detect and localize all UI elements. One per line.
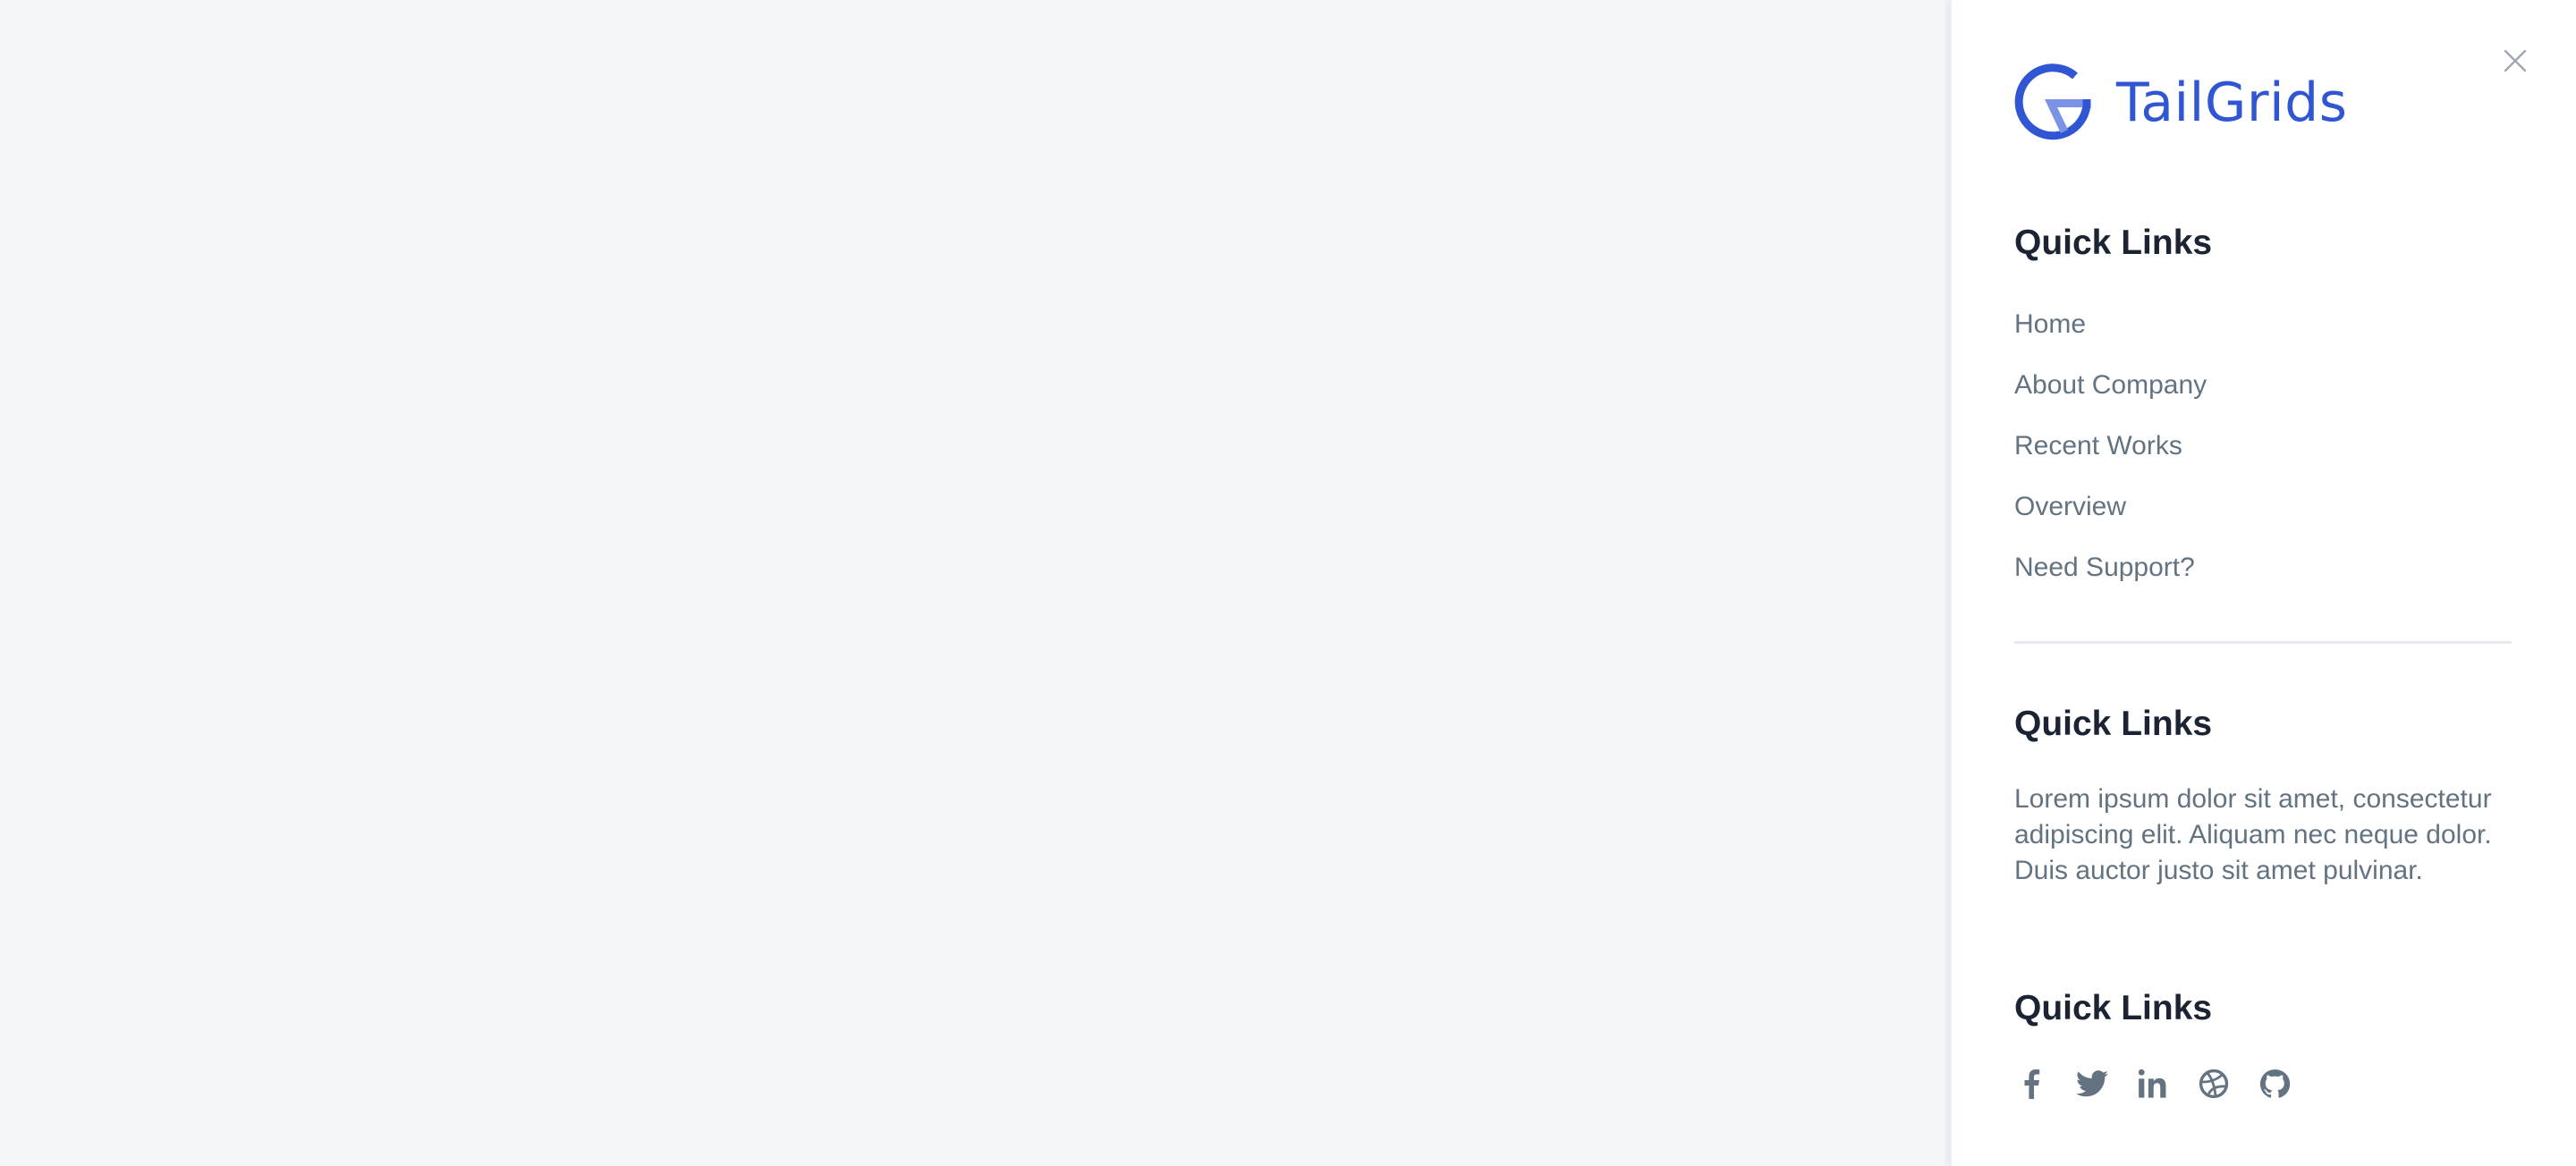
twitter-link[interactable]: [2075, 1067, 2109, 1101]
about-text: Lorem ipsum dolor sit amet, consectetur …: [2014, 784, 2492, 885]
linkedin-link[interactable]: [2136, 1067, 2170, 1101]
facebook-link[interactable]: [2014, 1067, 2048, 1101]
close-icon: [2504, 49, 2527, 72]
twitter-icon: [2076, 1070, 2108, 1097]
link-home[interactable]: Home: [2014, 304, 2086, 345]
section-title-social: Quick Links: [2014, 989, 2213, 1027]
link-need-support[interactable]: Need Support?: [2014, 547, 2195, 588]
link-overview[interactable]: Overview: [2014, 486, 2126, 528]
tailgrids-logo-icon: [2014, 63, 2091, 140]
close-button[interactable]: [2501, 46, 2529, 75]
section-title-links: Quick Links: [2014, 224, 2213, 262]
page-backdrop[interactable]: [0, 0, 1950, 1166]
quick-links-list: Home About Company Recent Works Overview…: [2014, 304, 2207, 608]
github-link[interactable]: [2258, 1067, 2292, 1101]
section-divider: [2014, 641, 2512, 644]
link-about-company[interactable]: About Company: [2014, 365, 2207, 406]
brand-name: TailGrids: [2116, 72, 2348, 134]
github-icon: [2259, 1069, 2290, 1098]
dribbble-link[interactable]: [2197, 1067, 2231, 1101]
brand-logo-link[interactable]: TailGrids: [2014, 63, 2348, 143]
linkedin-icon: [2138, 1069, 2166, 1098]
social-links: [2014, 1067, 2292, 1101]
link-recent-works[interactable]: Recent Works: [2014, 426, 2182, 467]
dribbble-icon: [2199, 1069, 2229, 1099]
facebook-icon: [2024, 1069, 2040, 1099]
section-title-about: Quick Links: [2014, 705, 2213, 743]
